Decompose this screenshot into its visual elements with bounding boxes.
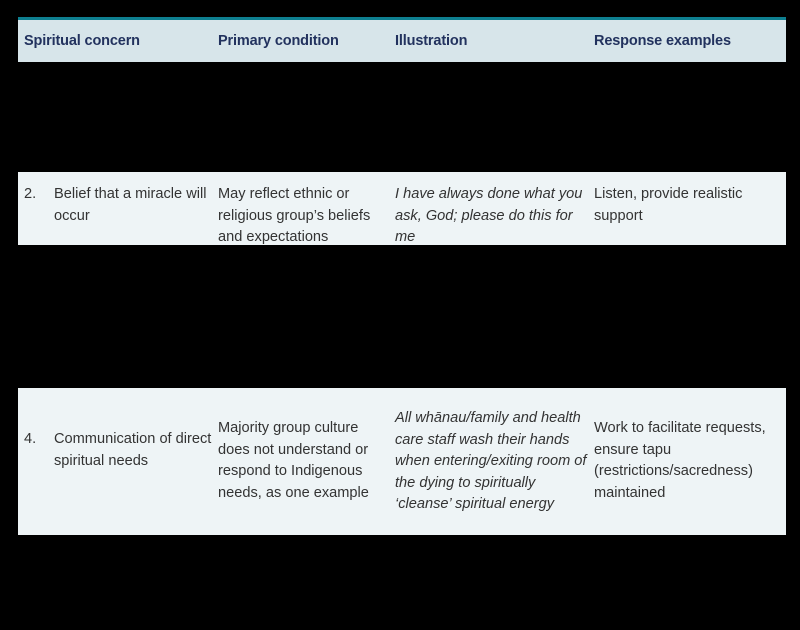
table-row: 4. Communication of direct spiritual nee… — [18, 388, 786, 535]
spiritual-concerns-table-figure: Spiritual concern Primary condition Illu… — [0, 0, 800, 630]
column-header-illustration: Illustration — [395, 33, 468, 49]
cell-response-examples: Listen, provide realistic support — [594, 186, 743, 224]
row-number: 2. — [24, 186, 37, 202]
column-header-response-examples: Response examples — [594, 33, 731, 49]
column-header-primary-condition: Primary condition — [218, 33, 339, 49]
table-header-row: Spiritual concern Primary condition Illu… — [18, 17, 786, 62]
column-header-spiritual-concern: Spiritual concern — [24, 33, 140, 49]
cell-primary-condition: Majority group culture does not understa… — [218, 420, 369, 501]
cell-response-examples: Work to facilitate requests, ensure tapu… — [594, 420, 766, 501]
cell-illustration: I have always done what you ask, God; pl… — [395, 186, 583, 245]
row-number: 4. — [24, 431, 37, 447]
cell-spiritual-concern: Communication of direct spiritual needs — [54, 431, 212, 469]
table-row: 2. Belief that a miracle will occur May … — [18, 172, 786, 245]
cell-illustration: All whānau/family and health care staff … — [395, 410, 587, 512]
cell-spiritual-concern: Belief that a miracle will occur — [54, 186, 207, 224]
cell-primary-condition: May reflect ethnic or religious group’s … — [218, 186, 371, 245]
